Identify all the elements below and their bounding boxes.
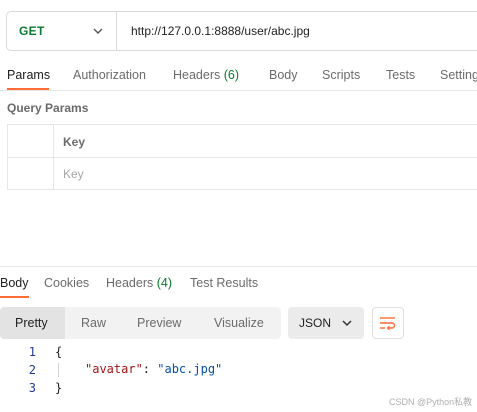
language-select[interactable]: JSON (288, 307, 364, 339)
response-tab-test-results[interactable]: Test Results (190, 276, 258, 290)
response-headers-count: (4) (156, 276, 173, 290)
indent-guide (58, 363, 59, 377)
response-divider[interactable] (0, 266, 477, 267)
tab-settings[interactable]: Settings (440, 68, 477, 82)
format-raw-button[interactable]: Raw (81, 316, 106, 330)
format-toggle-group: Pretty Raw Preview Visualize (0, 307, 281, 339)
url-input[interactable]: http://127.0.0.1:8888/user/abc.jpg (131, 24, 310, 38)
chevron-down-icon (93, 28, 103, 34)
wrap-lines-icon (380, 317, 396, 330)
tabs-divider (0, 90, 477, 91)
format-preview-button[interactable]: Preview (137, 316, 181, 330)
method-select[interactable]: GET (7, 12, 117, 50)
tab-headers-label: Headers (173, 68, 221, 82)
line-number: 3 (28, 381, 36, 395)
response-tab-body[interactable]: Body (0, 276, 29, 290)
key-column-header: Key (63, 135, 86, 149)
tab-headers[interactable]: Headers (6) (173, 68, 239, 82)
response-tab-headers[interactable]: Headers (4) (106, 276, 172, 290)
json-close-brace: } (55, 381, 63, 395)
query-params-title: Query Params (7, 101, 89, 115)
headers-count: (6) (223, 68, 240, 82)
method-label: GET (19, 24, 45, 38)
json-line: "avatar": "abc.jpg" (85, 362, 222, 376)
json-open-brace: { (55, 345, 63, 359)
response-tab-cookies[interactable]: Cookies (44, 276, 89, 290)
line-number: 2 (28, 363, 36, 377)
response-tab-headers-label: Headers (106, 276, 154, 290)
line-number: 1 (28, 345, 36, 359)
json-key: "avatar" (85, 362, 143, 376)
key-input[interactable]: Key (63, 167, 84, 181)
tab-authorization[interactable]: Authorization (73, 68, 146, 82)
tab-scripts[interactable]: Scripts (322, 68, 360, 82)
wrap-lines-button[interactable] (372, 307, 404, 339)
response-active-tab-indicator (0, 296, 29, 298)
tab-tests[interactable]: Tests (386, 68, 415, 82)
language-select-label: JSON (299, 316, 332, 330)
tab-params[interactable]: Params (7, 68, 50, 82)
json-value: "abc.jpg" (157, 362, 223, 376)
chevron-down-icon (342, 320, 352, 327)
table-row-divider (8, 157, 477, 158)
request-bar: GET http://127.0.0.1:8888/user/abc.jpg (6, 11, 477, 51)
json-colon: : (142, 362, 158, 376)
format-visualize-button[interactable]: Visualize (214, 316, 264, 330)
format-pretty-button[interactable]: Pretty (15, 316, 48, 330)
params-table: Key Key (7, 124, 477, 190)
tab-body[interactable]: Body (269, 68, 298, 82)
watermark: CSDN @Python私教 (389, 397, 473, 407)
